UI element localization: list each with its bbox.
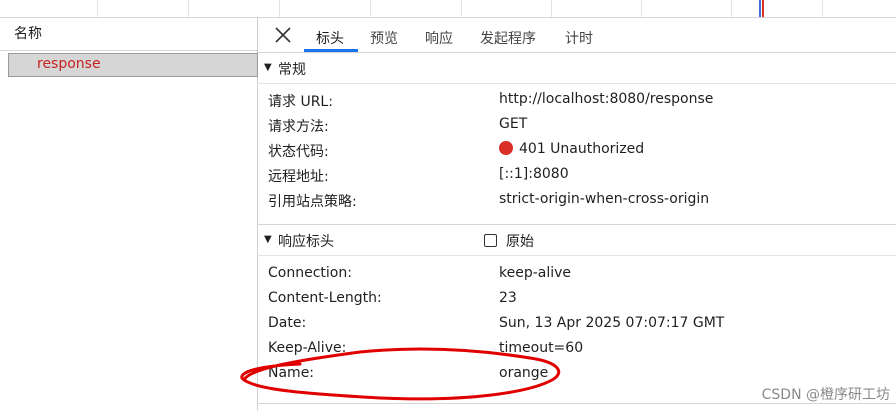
response-header-row: Date: Sun, 13 Apr 2025 07:07:17 GMT bbox=[258, 312, 896, 337]
timeline-gridline bbox=[370, 0, 371, 17]
details-tabbar: 标头 预览 响应 发起程序 计时 bbox=[258, 18, 896, 53]
general-row: 引用站点策略: strict-origin-when-cross-origin bbox=[258, 188, 896, 213]
timeline-gridline bbox=[461, 0, 462, 17]
name-column-header[interactable]: 名称 bbox=[0, 18, 257, 51]
timeline-gridline bbox=[188, 0, 189, 17]
timeline-gridline bbox=[279, 0, 280, 17]
timeline-gridline bbox=[641, 0, 642, 17]
general-section-title: 常规 bbox=[278, 62, 306, 78]
tab-timing[interactable]: 计时 bbox=[565, 28, 593, 48]
header-key: Content-Length: bbox=[268, 290, 382, 306]
tab-response[interactable]: 响应 bbox=[425, 28, 453, 48]
header-value: orange bbox=[499, 365, 549, 381]
header-value: Sun, 13 Apr 2025 07:07:17 GMT bbox=[499, 315, 725, 331]
request-list-panel: 名称 response bbox=[0, 18, 258, 410]
raw-headers-checkbox[interactable] bbox=[484, 234, 497, 247]
active-tab-indicator bbox=[304, 49, 358, 52]
collapse-arrow-icon: ▼ bbox=[264, 234, 272, 245]
header-value: 23 bbox=[499, 290, 517, 306]
timeline-load-marker bbox=[762, 0, 764, 17]
general-value: GET bbox=[499, 116, 528, 132]
response-headers-section-header[interactable]: ▼ 响应标头 原始 bbox=[258, 226, 896, 256]
tab-headers[interactable]: 标头 bbox=[316, 28, 344, 48]
general-key: 请求 URL: bbox=[268, 94, 333, 110]
response-header-row: Content-Length: 23 bbox=[258, 287, 896, 312]
close-icon[interactable] bbox=[272, 24, 294, 46]
network-timeline-overview[interactable] bbox=[0, 0, 896, 18]
response-headers-section-title: 响应标头 bbox=[278, 234, 334, 250]
response-header-row: Keep-Alive: timeout=60 bbox=[258, 337, 896, 362]
general-row: 远程地址: [::1]:8080 bbox=[258, 163, 896, 188]
general-section-header[interactable]: ▼ 常规 bbox=[258, 54, 896, 84]
general-key: 状态代码: bbox=[268, 144, 329, 160]
general-row: 状态代码: 401 Unauthorized bbox=[258, 138, 896, 163]
header-value: keep-alive bbox=[499, 265, 572, 281]
status-code-value: 401 Unauthorized bbox=[499, 141, 644, 157]
tab-initiator[interactable]: 发起程序 bbox=[480, 28, 536, 48]
general-value: [::1]:8080 bbox=[499, 166, 569, 182]
request-details-panel: 标头 预览 响应 发起程序 计时 ▼ 常规 请求 URL: http://loc… bbox=[258, 18, 896, 410]
header-key: Date: bbox=[268, 315, 307, 331]
request-row-selected[interactable]: response bbox=[8, 53, 258, 77]
request-name: response bbox=[37, 56, 101, 72]
watermark-text: CSDN @橙序研工坊 bbox=[761, 387, 890, 403]
header-key: Connection: bbox=[268, 265, 352, 281]
general-key: 引用站点策略: bbox=[268, 194, 357, 210]
general-value: strict-origin-when-cross-origin bbox=[499, 191, 710, 207]
header-key: Keep-Alive: bbox=[268, 340, 347, 356]
header-key: Name: bbox=[268, 365, 315, 381]
general-value: http://localhost:8080/response bbox=[499, 91, 714, 107]
general-key: 远程地址: bbox=[268, 169, 329, 185]
tab-preview[interactable]: 预览 bbox=[370, 28, 398, 48]
timeline-gridline bbox=[822, 0, 823, 17]
timeline-domcontentloaded-marker bbox=[759, 0, 761, 17]
timeline-gridline bbox=[97, 0, 98, 17]
section-divider bbox=[258, 224, 896, 225]
timeline-gridline bbox=[551, 0, 552, 17]
response-header-row: Connection: keep-alive bbox=[258, 262, 896, 287]
timeline-gridline bbox=[731, 0, 732, 17]
raw-headers-label[interactable]: 原始 bbox=[506, 231, 534, 251]
header-value: timeout=60 bbox=[499, 340, 584, 356]
status-error-dot-icon bbox=[499, 141, 513, 155]
general-key: 请求方法: bbox=[268, 119, 329, 135]
status-code-text: 401 Unauthorized bbox=[519, 141, 645, 157]
general-row: 请求方法: GET bbox=[258, 113, 896, 138]
collapse-arrow-icon: ▼ bbox=[264, 62, 272, 73]
general-row: 请求 URL: http://localhost:8080/response bbox=[258, 88, 896, 113]
